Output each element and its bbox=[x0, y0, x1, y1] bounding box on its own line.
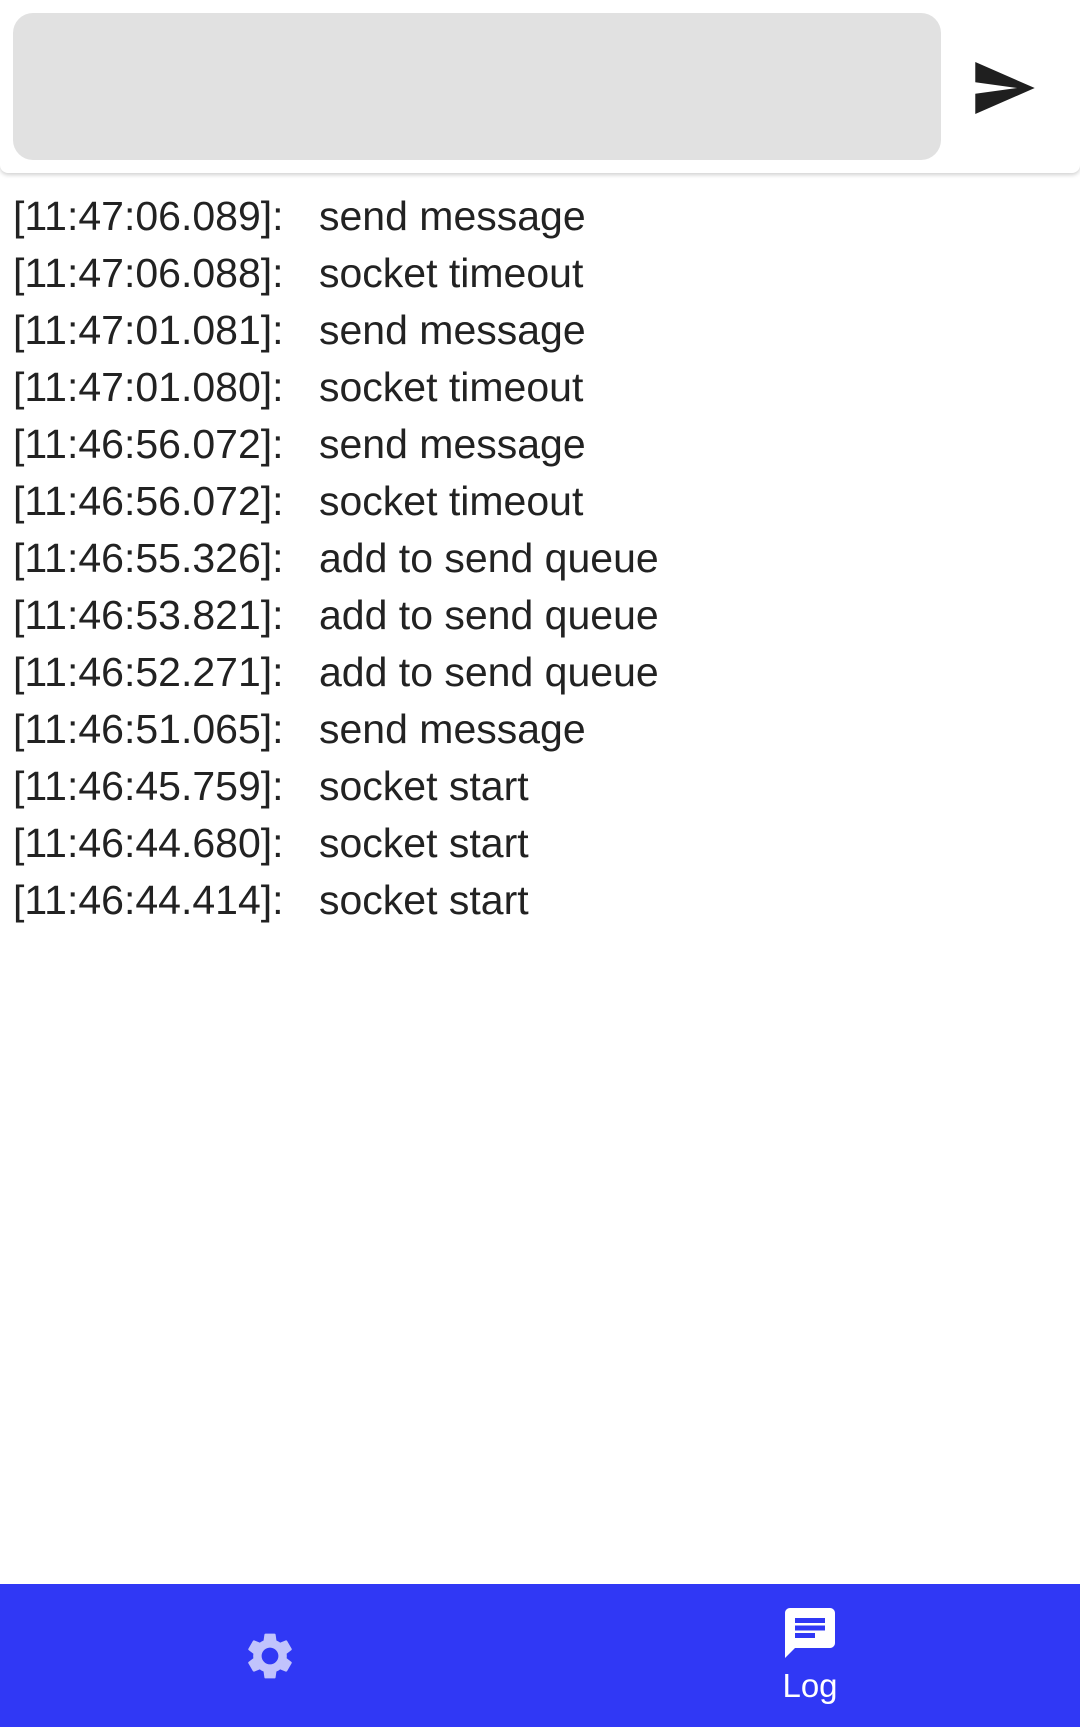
log-message: send message bbox=[319, 706, 586, 752]
log-list: [11:47:06.089]: send message [11:47:06.0… bbox=[13, 188, 1063, 929]
gear-icon bbox=[248, 1633, 292, 1678]
log-message: send message bbox=[319, 307, 586, 353]
log-timestamp: [11:47:01.080]: bbox=[13, 364, 284, 410]
log-entry: [11:47:01.081]: send message bbox=[13, 302, 1063, 359]
log-message: socket start bbox=[319, 877, 529, 923]
send-button[interactable] bbox=[960, 50, 1050, 126]
log-message: socket timeout bbox=[319, 250, 584, 296]
log-timestamp: [11:47:06.089]: bbox=[13, 193, 284, 239]
log-entry: [11:46:45.759]: socket start bbox=[13, 758, 1063, 815]
log-message: add to send queue bbox=[319, 649, 659, 695]
log-entry: [11:47:06.088]: socket timeout bbox=[13, 245, 1063, 302]
nav-item-settings[interactable] bbox=[0, 1584, 540, 1727]
send-icon bbox=[975, 62, 1035, 114]
log-entry: [11:46:51.065]: send message bbox=[13, 701, 1063, 758]
chat-icon bbox=[785, 1607, 835, 1658]
log-entry: [11:46:53.821]: add to send queue bbox=[13, 587, 1063, 644]
log-timestamp: [11:47:01.081]: bbox=[13, 307, 284, 353]
log-timestamp: [11:46:44.680]: bbox=[13, 820, 284, 866]
log-entry: [11:46:56.072]: send message bbox=[13, 416, 1063, 473]
log-message: socket start bbox=[319, 820, 529, 866]
log-entry: [11:46:44.414]: socket start bbox=[13, 872, 1063, 929]
log-timestamp: [11:46:51.065]: bbox=[13, 706, 284, 752]
log-timestamp: [11:46:56.072]: bbox=[13, 421, 284, 467]
log-message: send message bbox=[319, 193, 586, 239]
log-entry: [11:46:56.072]: socket timeout bbox=[13, 473, 1063, 530]
log-entry: [11:47:06.089]: send message bbox=[13, 188, 1063, 245]
log-timestamp: [11:46:44.414]: bbox=[13, 877, 284, 923]
nav-label-log: Log bbox=[782, 1666, 838, 1704]
log-entry: [11:46:44.680]: socket start bbox=[13, 815, 1063, 872]
message-composer bbox=[0, 0, 1080, 173]
log-timestamp: [11:46:52.271]: bbox=[13, 649, 284, 695]
app-root: [11:47:06.089]: send message [11:47:06.0… bbox=[0, 0, 1080, 1727]
log-timestamp: [11:46:55.326]: bbox=[13, 535, 284, 581]
log-timestamp: [11:47:06.088]: bbox=[13, 250, 284, 296]
log-message: add to send queue bbox=[319, 535, 659, 581]
bottom-navigation: Log bbox=[0, 1584, 1080, 1727]
nav-item-log[interactable]: Log bbox=[540, 1584, 1080, 1727]
log-timestamp: [11:46:53.821]: bbox=[13, 592, 284, 638]
log-entry: [11:46:52.271]: add to send queue bbox=[13, 644, 1063, 701]
log-message: send message bbox=[319, 421, 586, 467]
log-entry: [11:46:55.326]: add to send queue bbox=[13, 530, 1063, 587]
log-timestamp: [11:46:45.759]: bbox=[13, 763, 284, 809]
message-input[interactable] bbox=[13, 13, 941, 160]
log-message: socket timeout bbox=[319, 478, 584, 524]
log-timestamp: [11:46:56.072]: bbox=[13, 478, 284, 524]
log-message: add to send queue bbox=[319, 592, 659, 638]
log-entry: [11:47:01.080]: socket timeout bbox=[13, 359, 1063, 416]
log-message: socket start bbox=[319, 763, 529, 809]
log-message: socket timeout bbox=[319, 364, 584, 410]
